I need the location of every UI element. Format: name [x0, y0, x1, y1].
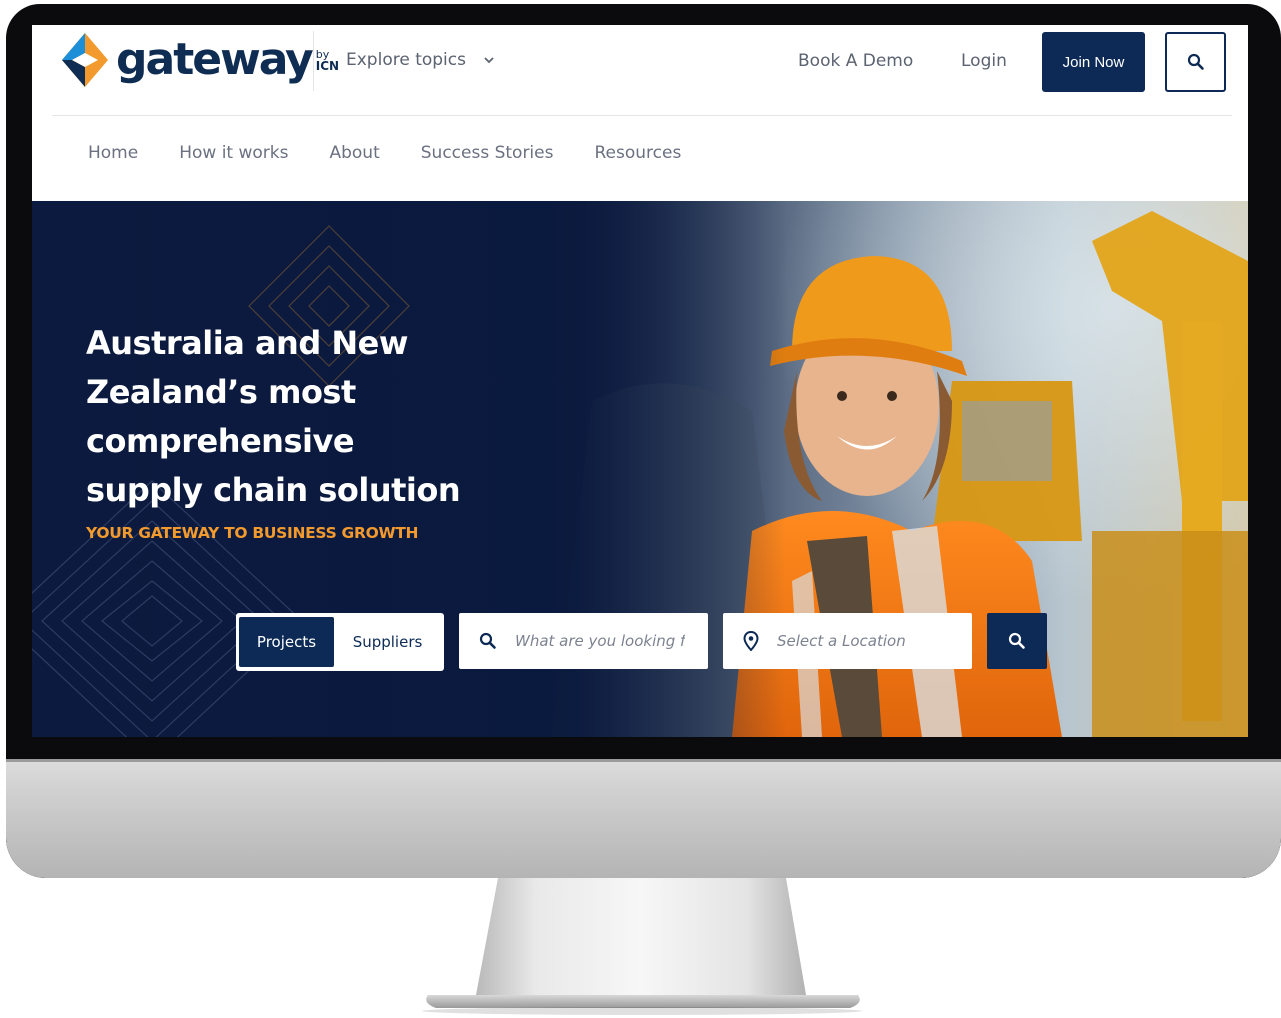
- nav-item-about[interactable]: About: [329, 143, 379, 163]
- site-header: gateway by ICN Explore topics Book A Dem…: [32, 25, 1248, 115]
- hero-search-submit-button[interactable]: [987, 613, 1047, 669]
- nav-item-success-stories[interactable]: Success Stories: [421, 143, 554, 163]
- explore-topics-label: Explore topics: [346, 50, 466, 70]
- location-field: [723, 613, 972, 669]
- monitor-chin: [6, 759, 1281, 878]
- location-input[interactable]: [777, 632, 947, 650]
- search-icon: [1008, 632, 1025, 649]
- location-pin-icon: [743, 631, 759, 651]
- hero-title: Australia and New Zealand’s most compreh…: [86, 324, 461, 509]
- site-logo[interactable]: gateway by ICN: [62, 33, 339, 87]
- hero-subtitle: YOUR GATEWAY TO BUSINESS GROWTH: [86, 524, 419, 542]
- monitor-frame: gateway by ICN Explore topics Book A Dem…: [6, 4, 1281, 878]
- nav-item-home[interactable]: Home: [88, 143, 138, 163]
- projects-tab[interactable]: Projects: [239, 617, 334, 667]
- gateway-logo-icon: [62, 33, 108, 87]
- join-now-button[interactable]: Join Now: [1042, 32, 1145, 92]
- browser-screen: gateway by ICN Explore topics Book A Dem…: [32, 25, 1248, 737]
- keyword-search-field: [459, 613, 708, 669]
- keyword-search-input[interactable]: [515, 632, 685, 650]
- hero-banner: Australia and New Zealand’s most compreh…: [32, 201, 1248, 737]
- chevron-down-icon: [484, 57, 494, 64]
- book-demo-link[interactable]: Book A Demo: [798, 51, 913, 71]
- logo-wordmark: gateway: [116, 34, 314, 85]
- logo-byline: by ICN: [316, 49, 339, 72]
- main-nav: Home How it works About Success Stories …: [88, 143, 681, 163]
- suppliers-tab[interactable]: Suppliers: [334, 617, 441, 667]
- logo-by-text: by: [315, 47, 330, 61]
- nav-item-how-it-works[interactable]: How it works: [179, 143, 288, 163]
- header-search-button[interactable]: [1165, 32, 1226, 92]
- projects-suppliers-toggle: Projects Suppliers: [236, 613, 444, 671]
- logo-org-text: ICN: [315, 58, 340, 73]
- nav-item-resources[interactable]: Resources: [594, 143, 681, 163]
- explore-topics-dropdown[interactable]: Explore topics: [346, 50, 496, 70]
- header-separator: [52, 115, 1232, 116]
- login-link[interactable]: Login: [961, 51, 1007, 71]
- search-icon: [1187, 53, 1204, 70]
- search-icon: [479, 632, 496, 649]
- header-divider: [313, 31, 314, 91]
